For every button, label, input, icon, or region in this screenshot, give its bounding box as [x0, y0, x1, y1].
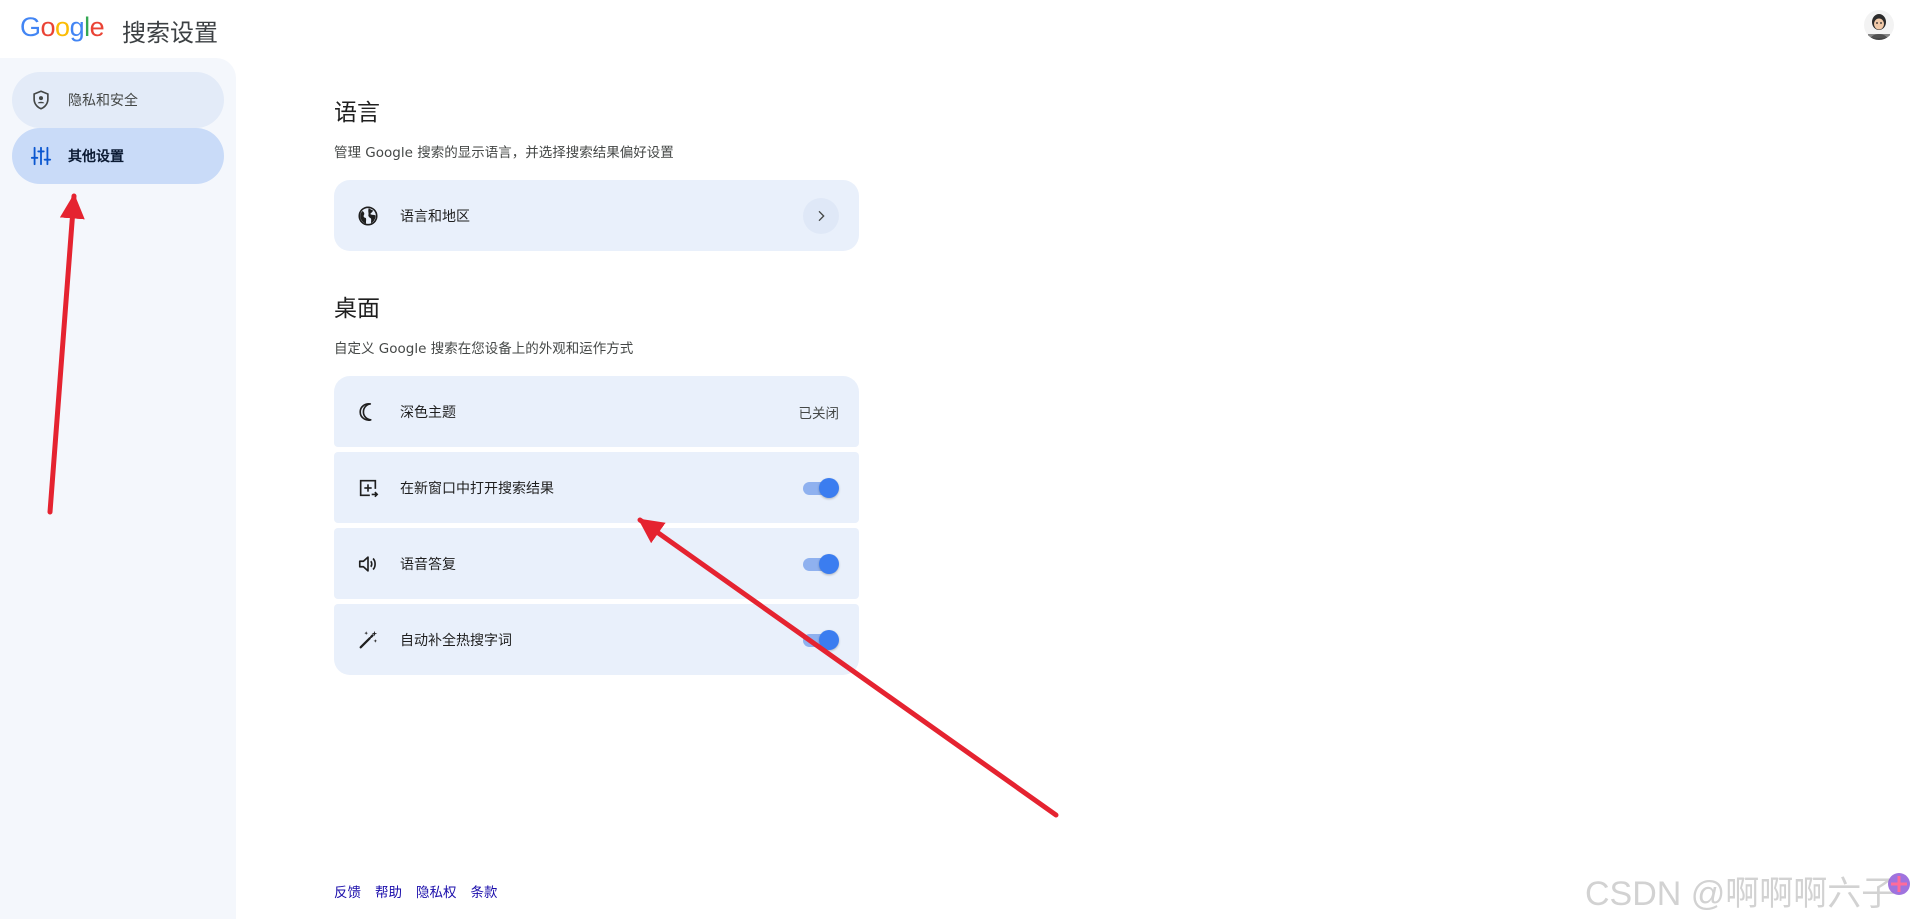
footer-link-feedback[interactable]: 反馈: [334, 881, 361, 901]
autocomplete-trending-label: 自动补全热搜字词: [400, 632, 512, 649]
footer: 反馈 帮助 隐私权 条款: [334, 881, 498, 901]
language-section-title: 语言: [334, 100, 380, 126]
sidebar-item-label: 隐私和安全: [68, 93, 138, 109]
logo-letter: o: [55, 12, 70, 42]
footer-link-terms[interactable]: 条款: [471, 881, 498, 901]
language-region-row[interactable]: 语言和地区: [334, 180, 859, 251]
watermark: CSDN @啊啊啊六子: [1585, 875, 1896, 913]
voice-answer-label: 语音答复: [400, 556, 456, 573]
annotation-arrows: [47, 193, 1059, 818]
voice-answer-toggle[interactable]: [801, 552, 839, 576]
language-region-label: 语言和地区: [400, 208, 470, 225]
toggle-thumb: [819, 553, 839, 574]
voice-answer-row[interactable]: 语音答复: [334, 528, 859, 599]
google-logo[interactable]: Google: [20, 12, 105, 43]
toggle-thumb: [819, 477, 839, 498]
dark-theme-label: 深色主题: [400, 404, 456, 421]
logo-letter: e: [89, 12, 105, 42]
shield-icon: [28, 87, 54, 113]
sidebar-item-label: 其他设置: [68, 149, 124, 165]
logo-letter: g: [69, 12, 85, 42]
top-bar: Google 搜索设置: [0, 0, 1920, 58]
open-in-new-window-label: 在新窗口中打开搜索结果: [400, 480, 554, 497]
page-title: 搜索设置: [122, 19, 218, 47]
avatar[interactable]: [1864, 10, 1894, 40]
magic-wand-icon: [354, 626, 382, 654]
chevron-right-icon: [818, 210, 825, 221]
new-window-icon: [354, 474, 382, 502]
speaker-icon: [354, 550, 382, 578]
footer-link-privacy[interactable]: 隐私权: [416, 881, 457, 901]
watermark-logo-icon: [1888, 873, 1910, 895]
dark-theme-row[interactable]: 深色主题 已关闭: [334, 376, 859, 447]
language-region-open-button[interactable]: [803, 197, 839, 234]
moon-icon: [354, 398, 382, 426]
footer-link-help[interactable]: 帮助: [375, 881, 402, 901]
avatar-image: [1864, 10, 1894, 40]
autocomplete-trending-toggle[interactable]: [801, 628, 839, 652]
autocomplete-trending-row[interactable]: 自动补全热搜字词: [334, 604, 859, 675]
open-in-new-window-toggle[interactable]: [801, 476, 839, 500]
logo-letter: o: [40, 12, 56, 42]
globe-icon: [354, 202, 382, 230]
toggle-thumb: [819, 629, 839, 650]
logo-letter: G: [20, 12, 41, 42]
sidebar-item-privacy-security[interactable]: 隐私和安全: [12, 72, 224, 128]
sidebar: 隐私和安全 其他设置: [0, 58, 236, 919]
dark-theme-status: 已关闭: [798, 405, 840, 422]
open-in-new-window-row[interactable]: 在新窗口中打开搜索结果: [334, 452, 859, 523]
sliders-icon: [28, 143, 54, 169]
desktop-section-title: 桌面: [334, 296, 380, 322]
desktop-section-description: 自定义 Google 搜索在您设备上的外观和运作方式: [334, 341, 634, 357]
language-section-description: 管理 Google 搜索的显示语言，并选择搜索结果偏好设置: [334, 145, 674, 161]
sidebar-item-other-settings[interactable]: 其他设置: [12, 128, 224, 184]
